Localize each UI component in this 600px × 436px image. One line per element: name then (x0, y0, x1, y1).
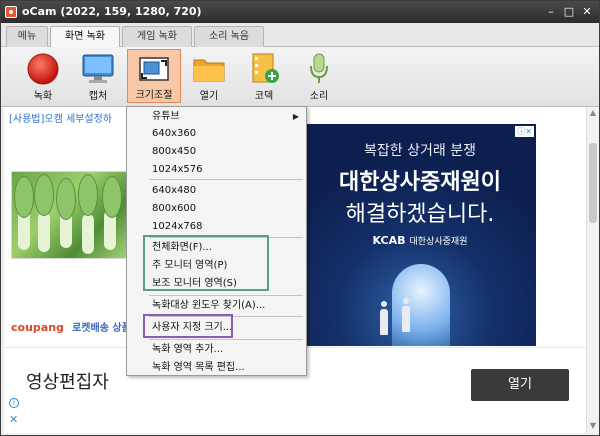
codec-button[interactable]: 코덱 (239, 49, 289, 103)
folder-icon (193, 59, 225, 82)
tab-menu[interactable]: 메뉴 (6, 26, 48, 47)
menu-item-size[interactable]: 640x480 (128, 182, 305, 200)
ad-brand-full: 대한상사중재원 (409, 237, 468, 247)
ocam-app-icon (5, 6, 17, 18)
toolbar: 녹화 캡처 크기조절 열기 코덱 소리 (1, 47, 599, 107)
coupang-logo: coupang (11, 321, 64, 334)
ad-line-1: 복잡한 상거래 분쟁 (364, 143, 476, 159)
capture-label: 캡처 (88, 91, 108, 102)
open-label: 열기 (199, 91, 219, 102)
tab-audio-recording[interactable]: 소리 녹음 (194, 26, 264, 47)
tab-bar: 메뉴 화면 녹화 게임 녹화 소리 녹음 (1, 23, 599, 48)
kcab-ad[interactable]: ⓘ✕ 복잡한 상거래 분쟁 대한상사중재원이 해결하겠습니다. KCAB 대한상사… (304, 124, 536, 346)
menu-separator (149, 295, 303, 296)
open-button[interactable]: 열기 (184, 49, 234, 103)
scroll-down-arrow-icon[interactable]: ▼ (588, 421, 598, 431)
highlight-box-custom-size (143, 314, 233, 338)
menu-item-size[interactable]: 800x450 (128, 143, 305, 161)
menu-item-edit-area-list[interactable]: 녹화 영역 목록 편집... (128, 359, 305, 377)
scroll-thumb[interactable] (589, 143, 597, 223)
maximize-button[interactable]: □ (562, 5, 576, 19)
submenu-arrow-icon: ▶ (292, 112, 299, 121)
scroll-up-arrow-icon[interactable]: ▲ (588, 108, 598, 118)
ad-line-3: 해결하겠습니다. (345, 202, 495, 227)
ad-brand-short: KCAB (372, 234, 406, 247)
ad-close-icon[interactable]: ✕ (9, 413, 18, 426)
title-bar[interactable]: oCam (2022, 159, 1280, 720) – □ ✕ (1, 1, 599, 23)
menu-item-size[interactable]: 1024x576 (128, 161, 305, 179)
minimize-button[interactable]: – (544, 5, 558, 19)
ad-line-2: 대한상사중재원이 (339, 170, 501, 195)
article-link[interactable]: [사용법]오캠 세부설정하 (9, 110, 112, 125)
resize-icon (139, 57, 169, 81)
record-button[interactable]: 녹화 (18, 49, 68, 103)
menu-separator (149, 179, 303, 180)
menu-separator (149, 339, 303, 340)
bottom-ad-headline: 영상편집자 (26, 372, 109, 393)
codec-label: 코덱 (254, 91, 274, 102)
menu-item-youtube-label: 유튜브 (152, 111, 180, 122)
resize-label: 크기조절 (135, 90, 173, 101)
sound-label: 소리 (309, 91, 329, 102)
close-button[interactable]: ✕ (580, 5, 594, 19)
sound-button[interactable]: 소리 (294, 49, 344, 103)
vertical-scrollbar[interactable]: ▲ ▼ (586, 107, 598, 433)
vegetable-photo (11, 171, 131, 259)
tab-game-recording[interactable]: 게임 녹화 (122, 26, 192, 47)
monitor-icon (82, 54, 114, 83)
capture-button[interactable]: 캡처 (73, 49, 123, 103)
menu-item-size[interactable]: 1024x768 (128, 218, 305, 236)
film-add-icon (252, 53, 279, 83)
adchoices-icon[interactable]: i (9, 398, 19, 408)
menu-item-size[interactable]: 640x360 (128, 125, 305, 143)
person-figure (402, 298, 410, 332)
ad-info-close-icon[interactable]: ⓘ✕ (515, 126, 534, 137)
ocam-window: oCam (2022, 159, 1280, 720) – □ ✕ 메뉴 화면 … (0, 0, 600, 436)
window-title: oCam (2022, 159, 1280, 720) (22, 5, 202, 18)
record-icon (27, 53, 59, 85)
tab-screen-recording[interactable]: 화면 녹화 (50, 26, 120, 48)
person-figure (380, 301, 388, 335)
lit-doorway-graphic (392, 264, 450, 346)
bottom-ad-open-button[interactable]: 열기 (471, 369, 569, 401)
highlight-box-monitor-options (143, 235, 269, 291)
ad-brand: KCAB 대한상사중재원 (304, 234, 536, 247)
menu-item-youtube[interactable]: 유튜브 ▶ (128, 108, 305, 126)
menu-item-add-area[interactable]: 녹화 영역 추가... (128, 341, 305, 359)
microphone-icon (310, 53, 328, 83)
record-label: 녹화 (33, 91, 53, 102)
resize-button[interactable]: 크기조절 (127, 49, 181, 103)
menu-item-size[interactable]: 800x600 (128, 200, 305, 218)
menu-item-find-window[interactable]: 녹화대상 윈도우 찾기(A)... (128, 297, 305, 315)
